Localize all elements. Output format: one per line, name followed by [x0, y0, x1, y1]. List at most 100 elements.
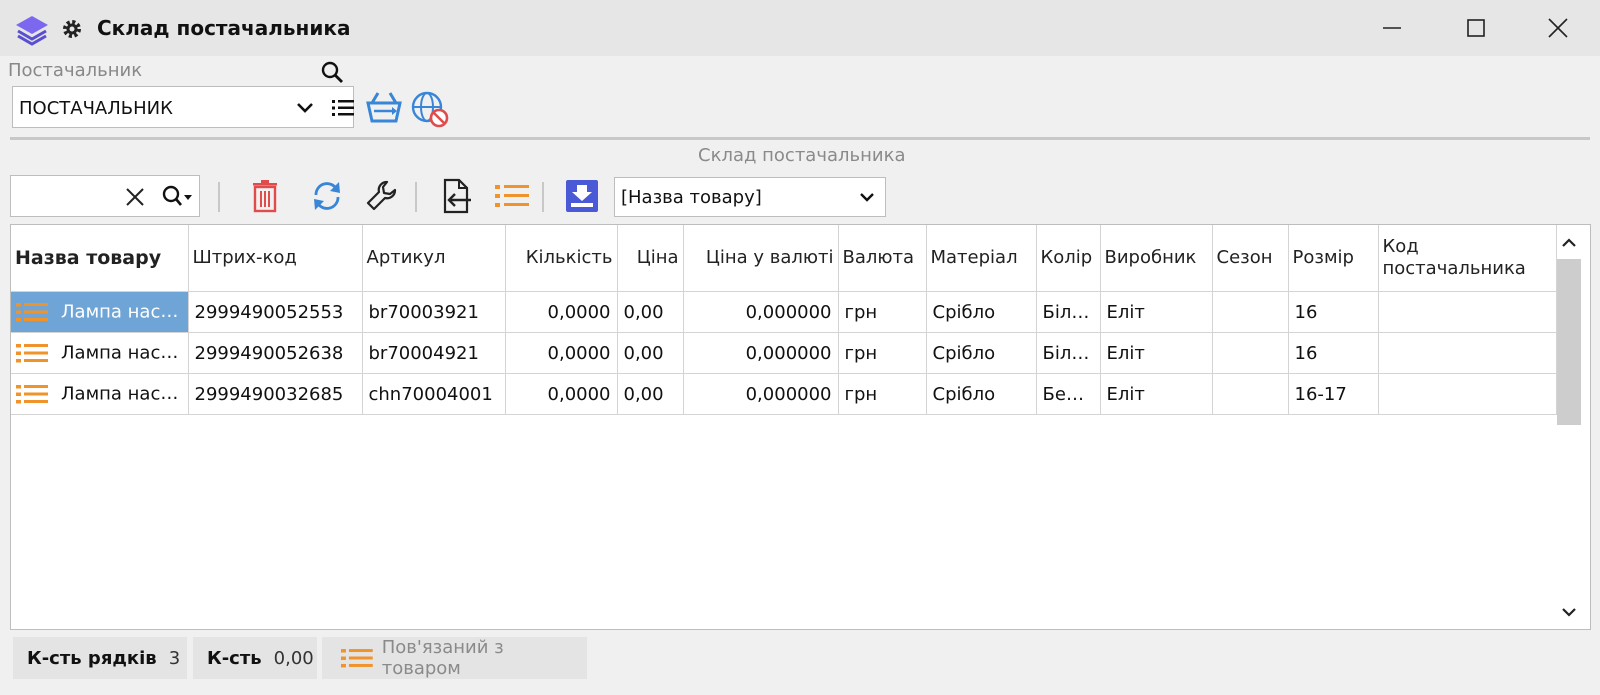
cell-currency[interactable]: грн [838, 332, 927, 374]
list-orange-icon [16, 385, 48, 404]
column-header[interactable]: Назва товару [11, 225, 189, 292]
cell-article[interactable]: br70004921 [362, 332, 506, 374]
quantity-label: К-сть [207, 647, 262, 669]
cell-price[interactable]: 0,00 [617, 291, 684, 333]
clear-icon[interactable] [123, 185, 147, 209]
column-header[interactable]: Код постачальника [1378, 225, 1557, 292]
close-button[interactable] [1538, 10, 1578, 46]
cell-currency[interactable]: грн [838, 291, 927, 333]
filter-search-box[interactable] [10, 175, 200, 217]
cell-price[interactable]: 0,00 [617, 373, 684, 415]
cell-barcode[interactable]: 2999490032685 [188, 373, 363, 415]
cell-color[interactable]: Білий [1036, 291, 1101, 333]
cell-quantity[interactable]: 0,0000 [505, 332, 618, 374]
cell-currency[interactable]: грн [838, 373, 927, 415]
list-icon[interactable] [331, 97, 355, 119]
delete-icon [253, 180, 277, 213]
cell-article[interactable]: br70003921 [362, 291, 506, 333]
cell-supplier-code[interactable] [1378, 332, 1557, 374]
supplier-select[interactable]: ПОСТАЧАЛЬНИК [12, 86, 354, 128]
cell-name[interactable]: Лампа настільна [11, 373, 189, 415]
cell-manufacturer[interactable]: Еліт [1100, 332, 1213, 374]
toolbar-separator [415, 182, 417, 212]
column-header[interactable]: Колір [1036, 225, 1101, 292]
wrench-icon [366, 180, 397, 211]
field-select-value: [Назва товару] [621, 187, 762, 208]
maximize-button[interactable] [1456, 10, 1496, 46]
download-button[interactable] [562, 176, 602, 216]
cell-supplier-code[interactable] [1378, 373, 1557, 415]
column-header[interactable]: Ціна [617, 225, 684, 292]
toolbar-separator [218, 182, 220, 212]
cell-barcode[interactable]: 2999490052638 [188, 332, 363, 374]
search-dropdown-icon[interactable] [161, 184, 195, 208]
list-orange-icon [16, 344, 48, 363]
cell-size[interactable]: 16 [1288, 291, 1379, 333]
linked-with-product-button[interactable]: Пов'язаний з товаром [322, 637, 587, 679]
column-header[interactable]: Матеріал [926, 225, 1037, 292]
import-icon [443, 178, 471, 214]
linked-list-button[interactable] [492, 176, 532, 216]
cell-season[interactable] [1212, 373, 1289, 415]
table-row[interactable]: Лампа настільна 2999490052638 br70004921… [11, 332, 1557, 374]
cell-barcode[interactable]: 2999490052553 [188, 291, 363, 333]
column-header[interactable]: Артикул [362, 225, 506, 292]
settings-wrench-button[interactable] [362, 176, 402, 216]
basket-sync-icon[interactable] [364, 89, 404, 127]
cell-manufacturer[interactable]: Еліт [1100, 373, 1213, 415]
cell-article[interactable]: chn70004001 [362, 373, 506, 415]
import-button[interactable] [436, 176, 476, 216]
chevron-down-icon[interactable] [295, 99, 315, 117]
list-orange-icon [340, 649, 373, 668]
field-select[interactable]: [Назва товару] [614, 177, 886, 217]
cell-name[interactable]: Лампа настільна [11, 332, 189, 374]
scroll-down-icon[interactable] [1556, 601, 1582, 623]
gear-icon[interactable] [60, 17, 84, 41]
close-icon [1548, 18, 1568, 38]
cell-color[interactable]: Білий [1036, 332, 1101, 374]
cell-material[interactable]: Срібло [926, 291, 1037, 333]
refresh-button[interactable] [307, 176, 347, 216]
globe-blocked-icon[interactable] [410, 90, 450, 128]
quantity-value: 0,00 [273, 647, 314, 669]
cell-size[interactable]: 16 [1288, 332, 1379, 374]
minimize-button[interactable] [1372, 10, 1412, 46]
delete-button[interactable] [245, 176, 285, 216]
scrollbar-thumb[interactable] [1557, 259, 1581, 425]
chevron-down-icon[interactable] [857, 189, 877, 207]
cell-currency-price[interactable]: 0,000000 [683, 373, 839, 415]
column-header[interactable]: Розмір [1288, 225, 1379, 292]
cell-size[interactable]: 16-17 [1288, 373, 1379, 415]
cell-material[interactable]: Срібло [926, 373, 1037, 415]
toolbar-separator [542, 182, 544, 212]
scroll-up-icon[interactable] [1556, 232, 1582, 254]
cell-name[interactable]: Лампа настільна [11, 291, 189, 333]
cell-price[interactable]: 0,00 [617, 332, 684, 374]
column-header[interactable]: Виробник [1100, 225, 1213, 292]
column-header[interactable]: Ціна у валюті [683, 225, 839, 292]
minimize-icon [1383, 27, 1401, 29]
cell-season[interactable] [1212, 332, 1289, 374]
search-input[interactable] [15, 182, 119, 212]
cell-color[interactable]: Бежевий [1036, 373, 1101, 415]
column-header[interactable]: Валюта [838, 225, 927, 292]
table-row[interactable]: Лампа настільна 2999490052553 br70003921… [11, 291, 1557, 333]
list-orange-icon [495, 185, 529, 207]
data-grid[interactable]: Назва товару Штрих-код Артикул Кількість… [10, 224, 1591, 630]
cell-quantity[interactable]: 0,0000 [505, 291, 618, 333]
column-header[interactable]: Сезон [1212, 225, 1289, 292]
status-row-count: К-сть рядків 3 [13, 637, 187, 679]
cell-currency-price[interactable]: 0,000000 [683, 291, 839, 333]
table-row[interactable]: Лампа настільна 2999490032685 chn7000400… [11, 373, 1557, 415]
cell-supplier-code[interactable] [1378, 291, 1557, 333]
cell-quantity[interactable]: 0,0000 [505, 373, 618, 415]
cell-manufacturer[interactable]: Еліт [1100, 291, 1213, 333]
search-icon[interactable] [320, 60, 344, 84]
column-header[interactable]: Кількість [505, 225, 618, 292]
refresh-icon [314, 182, 340, 210]
column-header[interactable]: Штрих-код [188, 225, 363, 292]
download-icon [566, 180, 598, 212]
cell-currency-price[interactable]: 0,000000 [683, 332, 839, 374]
cell-season[interactable] [1212, 291, 1289, 333]
cell-material[interactable]: Срібло [926, 332, 1037, 374]
